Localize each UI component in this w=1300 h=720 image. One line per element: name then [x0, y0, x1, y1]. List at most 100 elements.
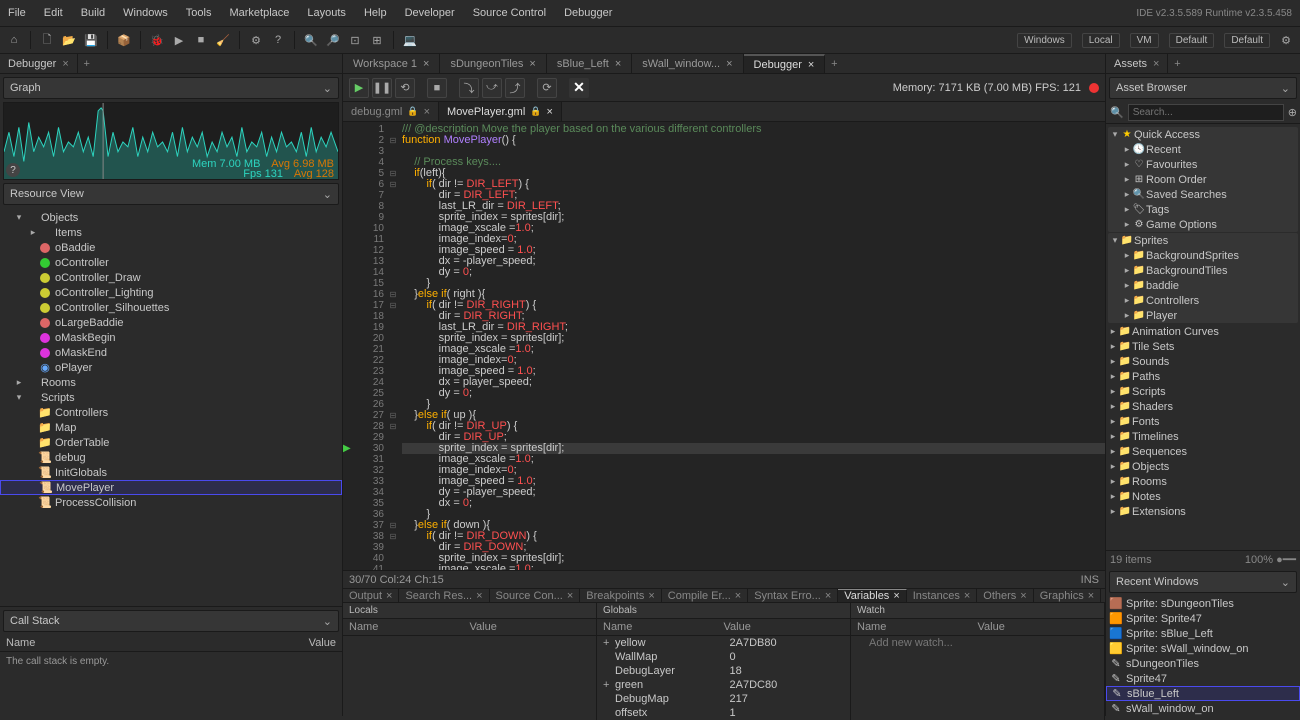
continue-button[interactable]: ▶	[349, 78, 369, 98]
chevron-down-icon[interactable]: ⌄	[323, 82, 332, 95]
target-vm[interactable]: VM	[1130, 33, 1159, 48]
recent-item[interactable]: 🟫Sprite: sDungeonTiles	[1106, 596, 1300, 611]
menu-edit[interactable]: Edit	[44, 7, 63, 19]
menu-developer[interactable]: Developer	[405, 7, 455, 19]
target-default[interactable]: Default	[1224, 33, 1270, 48]
asset-item-recent[interactable]: ▸🕓Recent	[1108, 142, 1298, 157]
chevron-down-icon[interactable]: ⌄	[1281, 82, 1290, 95]
close-icon[interactable]: ×	[964, 590, 970, 602]
file-tab[interactable]: debug.gml🔒×	[343, 102, 439, 121]
asset-item-controllers[interactable]: ▸📁Controllers	[1108, 293, 1298, 308]
bottom-tab-variables[interactable]: Variables×	[838, 589, 906, 602]
recent-windows-header[interactable]: Recent Windows ⌄	[1109, 571, 1297, 593]
menu-file[interactable]: File	[8, 7, 26, 19]
bottom-tab-compileer[interactable]: Compile Er...×	[662, 589, 748, 602]
variable-row[interactable]: offsetx1	[597, 706, 850, 720]
tree-item-obaddie[interactable]: oBaddie	[0, 240, 342, 255]
asset-item-scripts[interactable]: ▸📁Scripts	[1106, 384, 1300, 399]
memory-graph[interactable]: Mem 7.00 MB Avg 6.98 MB Fps 131 Avg 128 …	[3, 102, 339, 180]
close-icon[interactable]: ×	[423, 58, 429, 70]
workspace-tab[interactable]: Debugger×	[744, 54, 826, 73]
tree-item-moveplayer[interactable]: 📜MovePlayer	[0, 480, 342, 495]
asset-item-tile-sets[interactable]: ▸📁Tile Sets	[1106, 339, 1300, 354]
tree-item-map[interactable]: 📁Map	[0, 420, 342, 435]
toggle-dock-button[interactable]: ⊞	[367, 30, 387, 50]
game-options-button[interactable]: ⚙	[246, 30, 266, 50]
asset-item-fonts[interactable]: ▸📁Fonts	[1106, 414, 1300, 429]
clean-button[interactable]: 🧹	[213, 30, 233, 50]
tree-item-ordertable[interactable]: 📁OrderTable	[0, 435, 342, 450]
close-icon[interactable]: ×	[567, 590, 573, 602]
stop-button[interactable]: ■	[191, 30, 211, 50]
tree-item-debug[interactable]: 📜debug	[0, 450, 342, 465]
asset-item-baddie[interactable]: ▸📁baddie	[1108, 278, 1298, 293]
asset-item-room-order[interactable]: ▸⊞Room Order	[1108, 172, 1298, 187]
asset-item-shaders[interactable]: ▸📁Shaders	[1106, 399, 1300, 414]
new-project-button[interactable]: 🗋	[37, 30, 57, 50]
pause-button[interactable]: ❚❚	[372, 78, 392, 98]
bottom-tab-syntaxerro[interactable]: Syntax Erro...×	[748, 589, 838, 602]
tree-item-controllers[interactable]: 📁Controllers	[0, 405, 342, 420]
asset-item-paths[interactable]: ▸📁Paths	[1106, 369, 1300, 384]
zoom-reset-button[interactable]: ⊡	[345, 30, 365, 50]
menu-windows[interactable]: Windows	[123, 7, 168, 19]
bottom-tab-graphics[interactable]: Graphics×	[1034, 589, 1101, 602]
workspace-tab[interactable]: sDungeonTiles×	[440, 54, 546, 73]
file-tab[interactable]: MovePlayer.gml🔒×	[439, 102, 562, 121]
menu-marketplace[interactable]: Marketplace	[229, 7, 289, 19]
home-button[interactable]: ⌂	[4, 30, 24, 50]
close-icon[interactable]: ×	[62, 58, 68, 70]
close-icon[interactable]: ×	[825, 590, 831, 602]
asset-item-quick-access[interactable]: ▾★Quick Access	[1108, 127, 1298, 142]
resource-view-header[interactable]: Resource View ⌄	[3, 183, 339, 205]
graph-panel-header[interactable]: Graph ⌄	[3, 77, 339, 99]
workspace-tab[interactable]: sBlue_Left×	[547, 54, 632, 73]
step-out-button[interactable]: ⤴	[505, 78, 525, 98]
menu-help[interactable]: Help	[364, 7, 387, 19]
close-icon[interactable]: ×	[648, 590, 654, 602]
asset-item-timelines[interactable]: ▸📁Timelines	[1106, 429, 1300, 444]
recent-item[interactable]: ✎sDungeonTiles	[1106, 656, 1300, 671]
variable-row[interactable]: DebugMap217	[597, 692, 850, 706]
chevron-down-icon[interactable]: ⌄	[323, 188, 332, 201]
add-tab-button[interactable]: +	[1168, 54, 1186, 73]
realtime-button[interactable]: ⟳	[537, 78, 557, 98]
asset-search-input[interactable]	[1128, 104, 1284, 121]
laptop-mode-button[interactable]: 💻	[400, 30, 420, 50]
asset-item-animation-curves[interactable]: ▸📁Animation Curves	[1106, 324, 1300, 339]
step-over-button[interactable]: ⤻	[482, 78, 502, 98]
menu-source-control[interactable]: Source Control	[473, 7, 546, 19]
bottom-tab-others[interactable]: Others×	[977, 589, 1033, 602]
target-default[interactable]: Default	[1169, 33, 1215, 48]
bottom-tab-breakpoints[interactable]: Breakpoints×	[580, 589, 662, 602]
callstack-header[interactable]: Call Stack ⌄	[3, 610, 339, 632]
close-icon[interactable]: ×	[424, 106, 430, 118]
help-button[interactable]: ?	[268, 30, 288, 50]
asset-item-extensions[interactable]: ▸📁Extensions	[1106, 504, 1300, 519]
bottom-tab-searchres[interactable]: Search Res...×	[399, 589, 489, 602]
graph-help-button[interactable]: ?	[6, 163, 20, 177]
recent-item[interactable]: ✎sWall_window_on	[1106, 701, 1300, 716]
asset-item-objects[interactable]: ▸📁Objects	[1106, 459, 1300, 474]
close-icon[interactable]: ×	[615, 58, 621, 70]
asset-browser-header[interactable]: Asset Browser ⌄	[1109, 77, 1297, 99]
step-into-button[interactable]: ⤵	[459, 78, 479, 98]
close-icon[interactable]: ×	[808, 59, 814, 71]
menu-layouts[interactable]: Layouts	[307, 7, 346, 19]
asset-item-sprites[interactable]: ▾📁Sprites	[1108, 233, 1298, 248]
recent-item[interactable]: 🟦Sprite: sBlue_Left	[1106, 626, 1300, 641]
open-project-button[interactable]: 📂	[59, 30, 79, 50]
close-icon[interactable]: ×	[1020, 590, 1026, 602]
debug-button[interactable]: 🐞	[147, 30, 167, 50]
tree-item-omaskend[interactable]: oMaskEnd	[0, 345, 342, 360]
tree-item-ocontroller_lighting[interactable]: oController_Lighting	[0, 285, 342, 300]
close-icon[interactable]: ×	[726, 58, 732, 70]
assets-tab[interactable]: Assets ×	[1106, 54, 1168, 73]
add-tab-button[interactable]: +	[78, 54, 96, 73]
chevron-down-icon[interactable]: ⌄	[1281, 576, 1290, 589]
close-icon[interactable]: ×	[386, 590, 392, 602]
add-watch-row[interactable]: Add new watch...	[851, 636, 1104, 650]
variable-row[interactable]: DebugLayer18	[597, 664, 850, 678]
add-workspace-button[interactable]: +	[825, 54, 843, 73]
debugger-tab[interactable]: Debugger ×	[0, 54, 78, 73]
